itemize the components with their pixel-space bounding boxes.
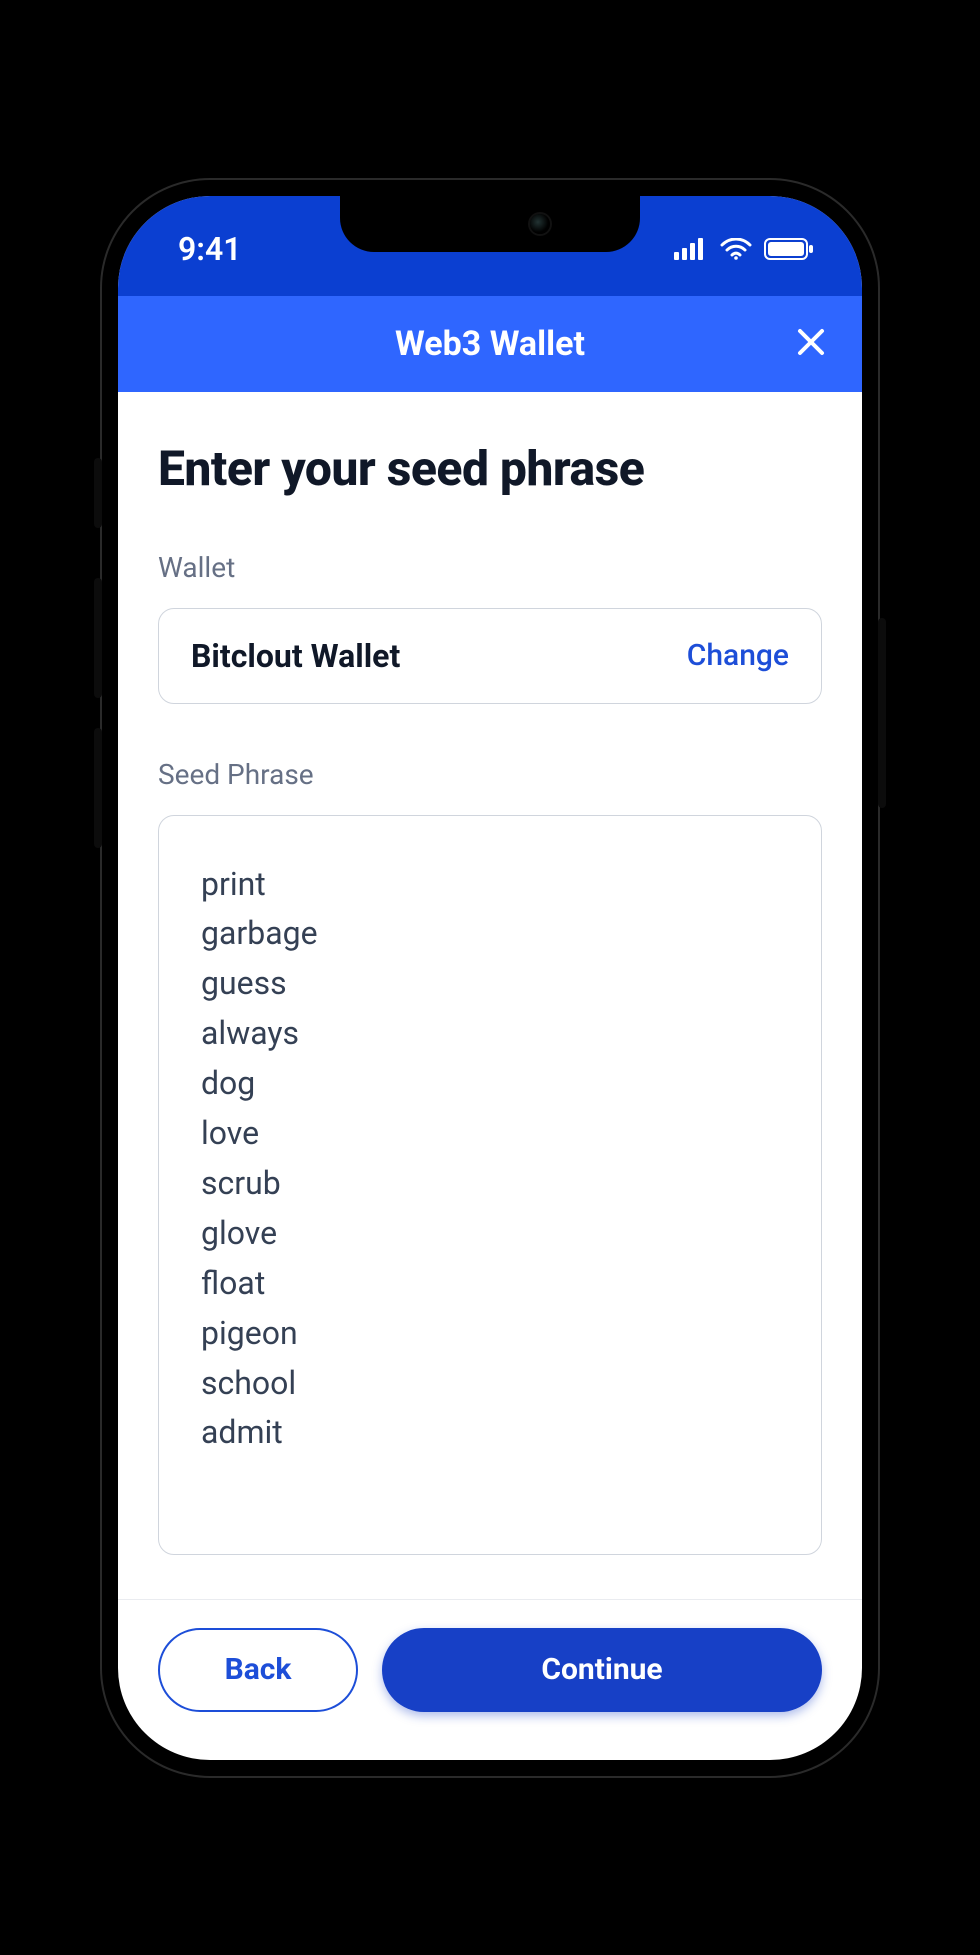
close-icon <box>796 327 826 361</box>
status-time: 9:41 <box>178 224 242 268</box>
battery-icon <box>764 238 814 260</box>
seed-word: always <box>201 1009 779 1059</box>
seed-word: garbage <box>201 909 779 959</box>
content: Enter your seed phrase Wallet Bitclout W… <box>118 392 862 1599</box>
continue-button[interactable]: Continue <box>382 1628 822 1712</box>
seed-phrase-label: Seed Phrase <box>158 758 822 791</box>
wallet-selector[interactable]: Bitclout Wallet Change <box>158 608 822 704</box>
side-button <box>94 458 102 528</box>
seed-phrase-input[interactable]: printgarbageguessalwaysdoglovescrubglove… <box>158 815 822 1555</box>
screen: 9:41 <box>118 196 862 1760</box>
front-camera <box>530 214 550 234</box>
notch <box>340 196 640 252</box>
seed-word: glove <box>201 1209 779 1259</box>
wallet-label: Wallet <box>158 551 822 584</box>
seed-word: dog <box>201 1059 779 1109</box>
side-button <box>94 578 102 698</box>
back-button[interactable]: Back <box>158 1628 358 1712</box>
seed-word: scrub <box>201 1159 779 1209</box>
seed-word: guess <box>201 959 779 1009</box>
seed-word: float <box>201 1259 779 1309</box>
seed-word: love <box>201 1109 779 1159</box>
footer: Back Continue <box>118 1599 862 1760</box>
seed-word: pigeon <box>201 1309 779 1359</box>
close-button[interactable] <box>792 325 830 363</box>
status-icons <box>674 232 814 260</box>
wifi-icon <box>720 238 752 260</box>
page-title: Enter your seed phrase <box>158 440 822 497</box>
phone-frame: 9:41 <box>100 178 880 1778</box>
app-bar-title: Web3 Wallet <box>395 324 585 364</box>
seed-word: print <box>201 860 779 910</box>
wallet-name: Bitclout Wallet <box>191 637 400 675</box>
seed-word-list: printgarbageguessalwaysdoglovescrubglove… <box>201 860 779 1459</box>
side-button <box>878 618 886 808</box>
change-wallet-link[interactable]: Change <box>687 638 789 673</box>
app-bar: Web3 Wallet <box>118 296 862 392</box>
seed-word: admit <box>201 1408 779 1458</box>
seed-word: school <box>201 1359 779 1409</box>
side-button <box>94 728 102 848</box>
cellular-icon <box>674 238 708 260</box>
